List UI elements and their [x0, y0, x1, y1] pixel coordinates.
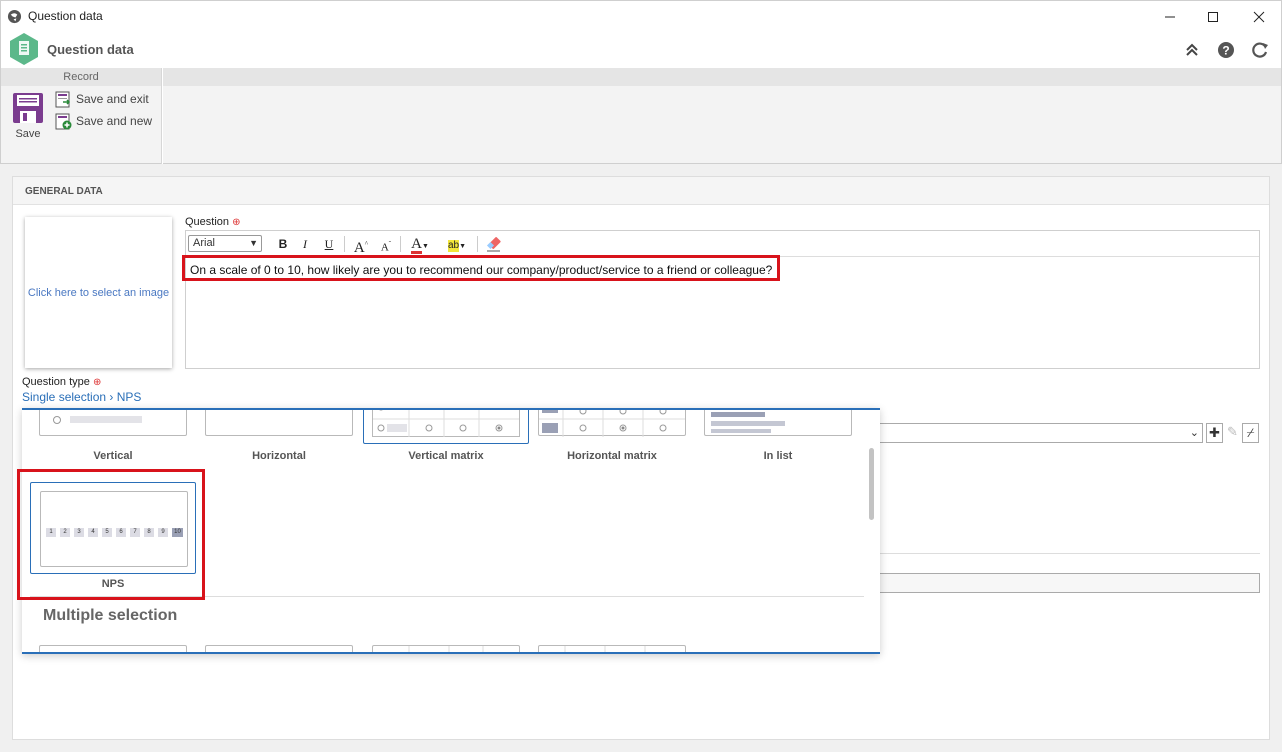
shrink-font-button[interactable]: Aˇ [378, 235, 394, 254]
ribbon-header-filler [163, 68, 1281, 86]
bold-button[interactable]: B [276, 235, 290, 253]
add-button[interactable]: ✚ [1206, 423, 1223, 443]
minimize-button[interactable] [1147, 1, 1193, 32]
app-header: Question data ? [0, 31, 1282, 68]
background-select[interactable]: ⌄ [878, 423, 1203, 443]
chevron-down-icon: ▼ [421, 243, 429, 250]
layout-card-horizontal-matrix[interactable] [538, 410, 686, 437]
plus-icon: ✚ [1209, 425, 1220, 440]
image-placeholder-text: Click here to select an image [27, 286, 170, 299]
layout-label-in-list: In list [763, 450, 793, 462]
clear-button[interactable]: ⌿ [1242, 423, 1259, 443]
refresh-icon[interactable] [1250, 40, 1270, 60]
brush-icon: ⌿ [1246, 425, 1255, 440]
divider [878, 553, 1260, 554]
close-button[interactable] [1236, 1, 1282, 32]
question-editor[interactable]: Arial ▼ B I U A^ Aˇ A▼ ab▼ On a scale of… [185, 230, 1260, 369]
popup-scrollbar[interactable] [868, 410, 878, 652]
panel-title: GENERAL DATA [25, 186, 103, 197]
ribbon-group-record: Record [1, 68, 161, 86]
save-and-exit-button[interactable]: Save and exit [55, 90, 149, 108]
highlight-icon: ab [447, 240, 460, 252]
toolbar-separator [344, 236, 345, 252]
question-data-logo-icon [10, 33, 38, 65]
window-titlebar: Question data [0, 0, 1282, 31]
font-select[interactable]: Arial ▼ [188, 235, 262, 252]
multi-horizontal-matrix-preview-icon [564, 646, 646, 652]
multi-card-horizontal-matrix[interactable] [538, 645, 686, 652]
save-new-label: Save and new [76, 114, 153, 128]
vertical-matrix-preview-icon [373, 410, 519, 437]
underline-button[interactable]: U [322, 235, 336, 253]
svg-text:?: ? [1222, 44, 1229, 58]
maximize-button[interactable] [1190, 1, 1236, 32]
layout-label-horizontal-matrix: Horizontal matrix [567, 450, 657, 462]
question-highlight-box [182, 255, 780, 281]
save-label: Save [15, 128, 41, 140]
highlight-button[interactable]: ab▼ [444, 235, 470, 253]
layout-label-horizontal: Horizontal [252, 450, 306, 462]
font-color-icon: A [411, 236, 422, 254]
vertical-matrix-preview [372, 410, 520, 437]
help-icon[interactable]: ? [1216, 40, 1236, 60]
multi-vertical-matrix-preview-icon [408, 646, 484, 652]
edit-button[interactable]: ✎ [1224, 423, 1241, 443]
window-title: Question data [28, 9, 103, 23]
pencil-icon: ✎ [1227, 424, 1238, 439]
nps-highlight-box [17, 469, 205, 600]
chevron-down-icon: ▼ [459, 243, 467, 250]
page-title: Question data [47, 42, 134, 57]
save-button[interactable]: Save [9, 91, 47, 151]
editor-toolbar: Arial ▼ B I U A^ Aˇ A▼ ab▼ [186, 231, 1259, 257]
save-exit-icon [55, 91, 71, 107]
required-icon: ⊕ [232, 217, 241, 228]
italic-button[interactable]: I [298, 235, 312, 253]
app-globe-icon [7, 9, 22, 24]
chevron-down-icon: ▼ [249, 238, 258, 248]
popup-scrollbar-thumb[interactable] [869, 448, 874, 520]
toolbar-separator [477, 236, 478, 252]
layout-label-vertical-matrix: Vertical matrix [408, 450, 484, 462]
horizontal-matrix-preview-icon [539, 410, 685, 437]
vertical-preview-icon [53, 416, 142, 424]
multi-card-vertical-matrix[interactable] [372, 645, 520, 652]
grow-font-button[interactable]: A^ [352, 235, 370, 256]
eraser-icon[interactable] [485, 235, 503, 252]
question-label: Question ⊕ [185, 216, 241, 228]
maximize-icon [1208, 11, 1218, 22]
multi-card-horizontal[interactable] [205, 645, 353, 652]
background-field[interactable] [878, 573, 1260, 593]
image-selector[interactable]: Click here to select an image [25, 217, 172, 368]
layout-card-vertical-matrix[interactable] [363, 410, 529, 444]
save-and-new-button[interactable]: Save and new [55, 112, 152, 130]
minimize-icon [1165, 16, 1175, 17]
multi-card-vertical[interactable] [39, 645, 187, 652]
layout-card-vertical[interactable] [39, 410, 187, 436]
question-type-label: Question type ⊕ [22, 376, 102, 388]
close-icon [1253, 11, 1265, 22]
layout-label-vertical: Vertical [93, 450, 133, 462]
chevron-down-icon: ⌄ [1189, 427, 1199, 439]
save-icon [13, 93, 43, 123]
panel-header: GENERAL DATA [13, 177, 1269, 205]
required-icon: ⊕ [92, 377, 102, 388]
layout-card-in-list[interactable] [704, 410, 852, 436]
question-type-value[interactable]: Single selection › NPS [22, 390, 141, 404]
in-list-preview-icon [711, 412, 785, 433]
collapse-icon[interactable] [1182, 40, 1202, 60]
ribbon: Record Save Save and exit Save and new [0, 68, 1282, 164]
font-color-button[interactable]: A▼ [408, 235, 432, 254]
save-new-icon [55, 113, 72, 129]
ribbon-divider [161, 68, 163, 164]
toolbar-separator [400, 236, 401, 252]
section-title-multiple-selection: Multiple selection [43, 607, 178, 624]
save-exit-label: Save and exit [76, 92, 149, 106]
layout-card-horizontal[interactable] [205, 410, 353, 436]
